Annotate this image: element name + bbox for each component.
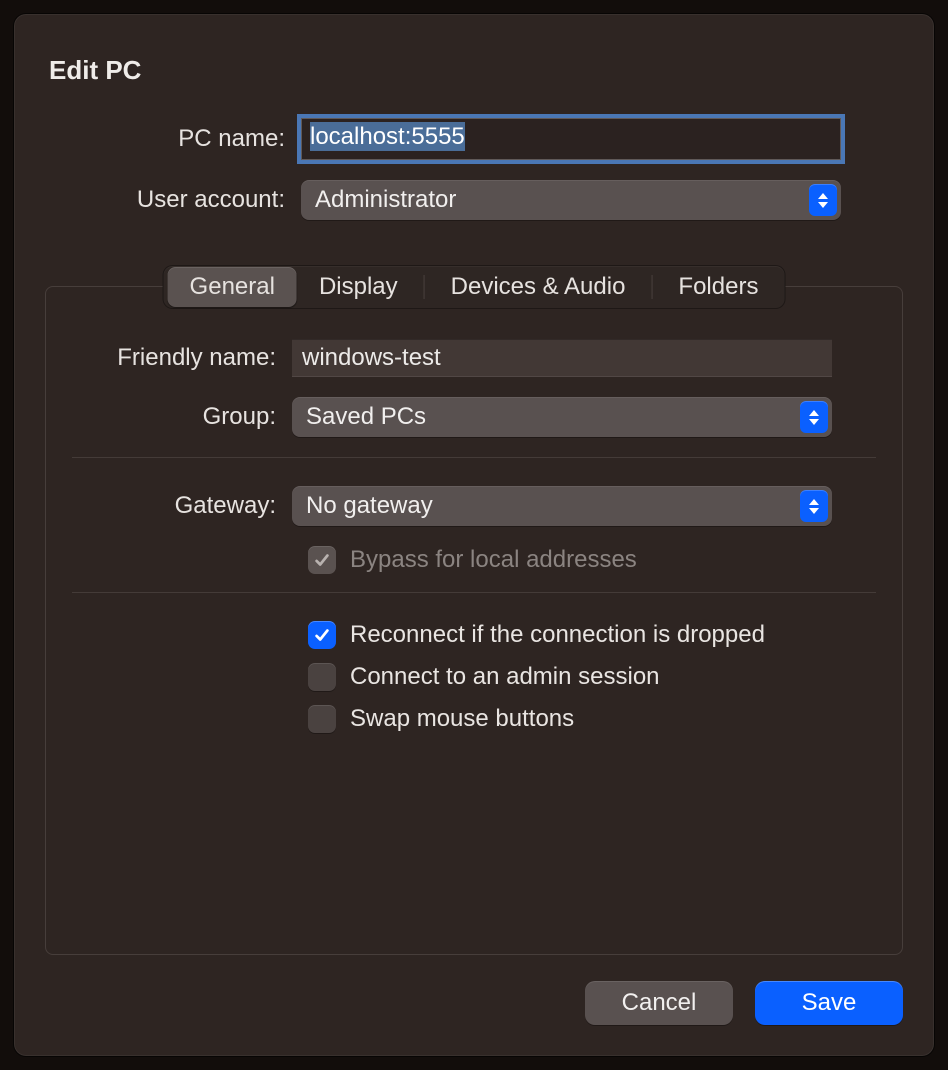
tab-devices-audio[interactable]: Devices & Audio bbox=[429, 267, 648, 307]
admin-checkbox[interactable] bbox=[308, 663, 336, 691]
cancel-button[interactable]: Cancel bbox=[585, 981, 733, 1025]
friendly-name-label: Friendly name: bbox=[72, 344, 292, 372]
admin-label: Connect to an admin session bbox=[350, 663, 660, 691]
gateway-select[interactable]: No gateway bbox=[292, 486, 832, 526]
updown-icon bbox=[800, 490, 828, 522]
bypass-checkbox bbox=[308, 546, 336, 574]
dialog-title: Edit PC bbox=[49, 55, 903, 86]
swap-checkbox[interactable] bbox=[308, 705, 336, 733]
settings-groupbox: General Display Devices & Audio Folders … bbox=[45, 286, 903, 955]
pc-name-value: localhost:5555 bbox=[310, 122, 465, 151]
tab-folders[interactable]: Folders bbox=[656, 267, 780, 307]
friendly-name-input[interactable]: windows-test bbox=[292, 339, 832, 377]
reconnect-checkbox[interactable] bbox=[308, 621, 336, 649]
bypass-label: Bypass for local addresses bbox=[350, 546, 637, 574]
group-row: Group: Saved PCs bbox=[72, 397, 876, 437]
save-button[interactable]: Save bbox=[755, 981, 903, 1025]
bypass-checkbox-row: Bypass for local addresses bbox=[308, 546, 876, 574]
divider bbox=[72, 592, 876, 593]
pc-name-input[interactable]: localhost:5555 bbox=[301, 118, 841, 160]
reconnect-checkbox-row: Reconnect if the connection is dropped bbox=[308, 621, 876, 649]
group-select[interactable]: Saved PCs bbox=[292, 397, 832, 437]
reconnect-label: Reconnect if the connection is dropped bbox=[350, 621, 765, 649]
user-account-value: Administrator bbox=[315, 186, 456, 214]
gateway-row: Gateway: No gateway bbox=[72, 486, 876, 526]
pc-name-row: PC name: localhost:5555 bbox=[45, 118, 903, 160]
group-label: Group: bbox=[72, 403, 292, 431]
tab-display[interactable]: Display bbox=[297, 267, 420, 307]
divider bbox=[72, 457, 876, 458]
swap-label: Swap mouse buttons bbox=[350, 705, 574, 733]
gateway-label: Gateway: bbox=[72, 492, 292, 520]
updown-icon bbox=[800, 401, 828, 433]
dialog-footer: Cancel Save bbox=[45, 981, 903, 1025]
user-account-label: User account: bbox=[45, 186, 301, 214]
admin-checkbox-row: Connect to an admin session bbox=[308, 663, 876, 691]
swap-checkbox-row: Swap mouse buttons bbox=[308, 705, 876, 733]
friendly-name-row: Friendly name: windows-test bbox=[72, 339, 876, 377]
tabbar: General Display Devices & Audio Folders bbox=[163, 265, 786, 309]
user-account-select[interactable]: Administrator bbox=[301, 180, 841, 220]
user-account-row: User account: Administrator bbox=[45, 180, 903, 220]
updown-icon bbox=[809, 184, 837, 216]
tab-general[interactable]: General bbox=[168, 267, 297, 307]
edit-pc-dialog: Edit PC PC name: localhost:5555 User acc… bbox=[14, 14, 934, 1056]
check-icon bbox=[313, 551, 331, 569]
pc-name-label: PC name: bbox=[45, 125, 301, 153]
check-icon bbox=[313, 626, 331, 644]
